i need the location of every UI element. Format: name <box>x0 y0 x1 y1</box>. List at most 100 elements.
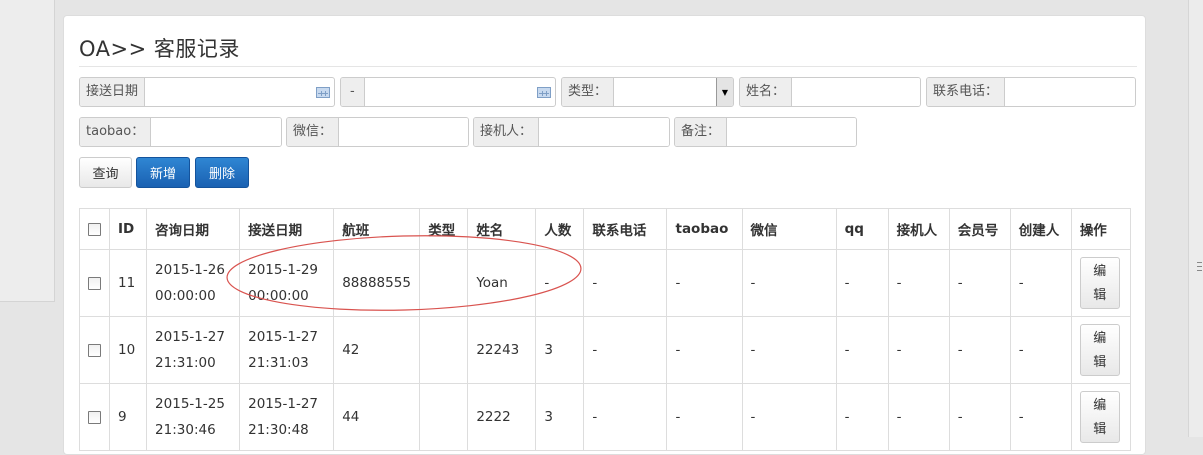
people-cell: 3 <box>535 383 585 451</box>
column-header[interactable]: 联系电话 <box>583 208 668 250</box>
phone-label: 联系电话： <box>927 78 1006 106</box>
actions-cell: 编 辑 <box>1070 383 1132 451</box>
member-no-cell: - <box>948 249 1011 317</box>
query-button[interactable]: 查询 <box>79 157 132 188</box>
column-header[interactable]: taobao <box>666 208 743 250</box>
phone-cell: - <box>583 383 668 451</box>
actions-cell: 编 辑 <box>1070 249 1132 317</box>
row-checkbox-cell <box>78 316 111 384</box>
table-header-row: ID 咨询日期 接送日期 航班 类型 姓名 人数 联系电话 taobao 微信 … <box>78 208 1132 250</box>
row-checkbox[interactable] <box>88 410 101 424</box>
taobao-label: taobao： <box>80 118 152 146</box>
pickup-date-cell: 2015-1-27 21:30:48 <box>239 383 335 451</box>
member-no-cell: - <box>948 316 1011 384</box>
creator-cell: - <box>1009 249 1072 317</box>
receiver-filter-group: 接机人： <box>473 117 670 147</box>
wechat-cell: - <box>741 383 837 451</box>
taobao-cell: - <box>666 249 743 317</box>
id-cell: 9 <box>109 383 148 451</box>
consult-date-cell: 2015-1-27 21:31:00 <box>146 316 241 384</box>
select-all-checkbox[interactable] <box>88 222 101 236</box>
remark-filter-group: 备注： <box>674 117 857 147</box>
receiver-cell: - <box>887 383 950 451</box>
column-header[interactable]: ID <box>109 208 148 250</box>
name-input[interactable] <box>792 78 920 106</box>
column-header: 操作 <box>1070 208 1132 250</box>
type-filter-group: 类型： ▼ <box>561 77 734 107</box>
wechat-filter-group: 微信： <box>286 117 469 147</box>
main-panel: OA>> 客服记录 接送日期 - 类型： ▼ 姓名： 联系电话： taobao：… <box>63 15 1146 455</box>
name-cell: 2222 <box>467 383 537 451</box>
column-header[interactable]: qq <box>835 208 889 250</box>
name-label: 姓名： <box>740 78 793 106</box>
receiver-input[interactable] <box>539 118 669 146</box>
pickup-date-label: 接送日期 <box>80 78 146 106</box>
consult-date-cell: 2015-1-26 00:00:00 <box>146 249 241 317</box>
table-row[interactable]: 11 2015-1-26 00:00:00 2015-1-29 00:00:00… <box>78 249 1132 317</box>
phone-filter-group: 联系电话： <box>926 77 1136 107</box>
wechat-label: 微信： <box>287 118 340 146</box>
edit-button[interactable]: 编 辑 <box>1079 324 1120 376</box>
qq-cell: - <box>835 383 889 451</box>
column-header[interactable]: 航班 <box>333 208 421 250</box>
consult-date-cell: 2015-1-25 21:30:46 <box>146 383 241 451</box>
wechat-cell: - <box>741 316 837 384</box>
flight-cell: 44 <box>333 383 421 451</box>
phone-input[interactable] <box>1005 78 1135 106</box>
chevron-down-icon[interactable]: ▼ <box>716 78 733 106</box>
table-row[interactable]: 10 2015-1-27 21:31:00 2015-1-27 21:31:03… <box>78 316 1132 384</box>
type-cell <box>419 249 469 317</box>
row-checkbox[interactable] <box>88 343 101 357</box>
calendar-icon[interactable] <box>316 87 330 98</box>
right-scroll-edge <box>1188 0 1203 437</box>
column-header[interactable]: 微信 <box>741 208 837 250</box>
qq-cell: - <box>835 249 889 317</box>
resize-grip-icon[interactable] <box>1197 262 1202 271</box>
pickup-date-from-input[interactable] <box>145 78 316 106</box>
edit-button[interactable]: 编 辑 <box>1079 391 1120 443</box>
people-cell: - <box>535 249 585 317</box>
receiver-label: 接机人： <box>474 118 540 146</box>
flight-cell: 88888555 <box>333 249 421 317</box>
phone-cell: - <box>583 249 668 317</box>
remark-input[interactable] <box>727 118 856 146</box>
qq-cell: - <box>835 316 889 384</box>
wechat-cell: - <box>741 249 837 317</box>
column-header[interactable]: 类型 <box>419 208 469 250</box>
name-filter-group: 姓名： <box>739 77 921 107</box>
id-cell: 10 <box>109 316 148 384</box>
pickup-date-to-input[interactable] <box>364 78 537 106</box>
pickup-date-cell: 2015-1-27 21:31:03 <box>239 316 335 384</box>
type-cell <box>419 383 469 451</box>
type-label: 类型： <box>562 78 615 106</box>
phone-cell: - <box>583 316 668 384</box>
type-cell <box>419 316 469 384</box>
column-header[interactable]: 会员号 <box>948 208 1011 250</box>
select-all-checkbox-cell <box>78 208 111 250</box>
delete-button[interactable]: 删除 <box>195 157 249 188</box>
wechat-input[interactable] <box>339 118 468 146</box>
actions-cell: 编 辑 <box>1070 316 1132 384</box>
column-header[interactable]: 姓名 <box>467 208 537 250</box>
edit-button[interactable]: 编 辑 <box>1079 257 1120 309</box>
type-select[interactable] <box>614 78 716 106</box>
column-header[interactable]: 接机人 <box>887 208 950 250</box>
title-divider <box>79 66 1137 67</box>
receiver-cell: - <box>887 316 950 384</box>
page-title: OA>> 客服记录 <box>79 37 240 61</box>
add-button[interactable]: 新增 <box>136 157 190 188</box>
name-cell: 22243 <box>467 316 537 384</box>
row-checkbox[interactable] <box>88 276 101 290</box>
taobao-filter-group: taobao： <box>79 117 282 147</box>
pickup-date-cell: 2015-1-29 00:00:00 <box>239 249 335 317</box>
column-header[interactable]: 咨询日期 <box>146 208 241 250</box>
column-header[interactable]: 创建人 <box>1009 208 1072 250</box>
calendar-icon[interactable] <box>537 87 551 98</box>
taobao-input[interactable] <box>151 118 281 146</box>
column-header[interactable]: 人数 <box>535 208 585 250</box>
people-cell: 3 <box>535 316 585 384</box>
column-header[interactable]: 接送日期 <box>239 208 335 250</box>
creator-cell: - <box>1009 383 1072 451</box>
remark-label: 备注： <box>675 118 728 146</box>
table-row[interactable]: 9 2015-1-25 21:30:46 2015-1-27 21:30:48 … <box>78 383 1132 451</box>
